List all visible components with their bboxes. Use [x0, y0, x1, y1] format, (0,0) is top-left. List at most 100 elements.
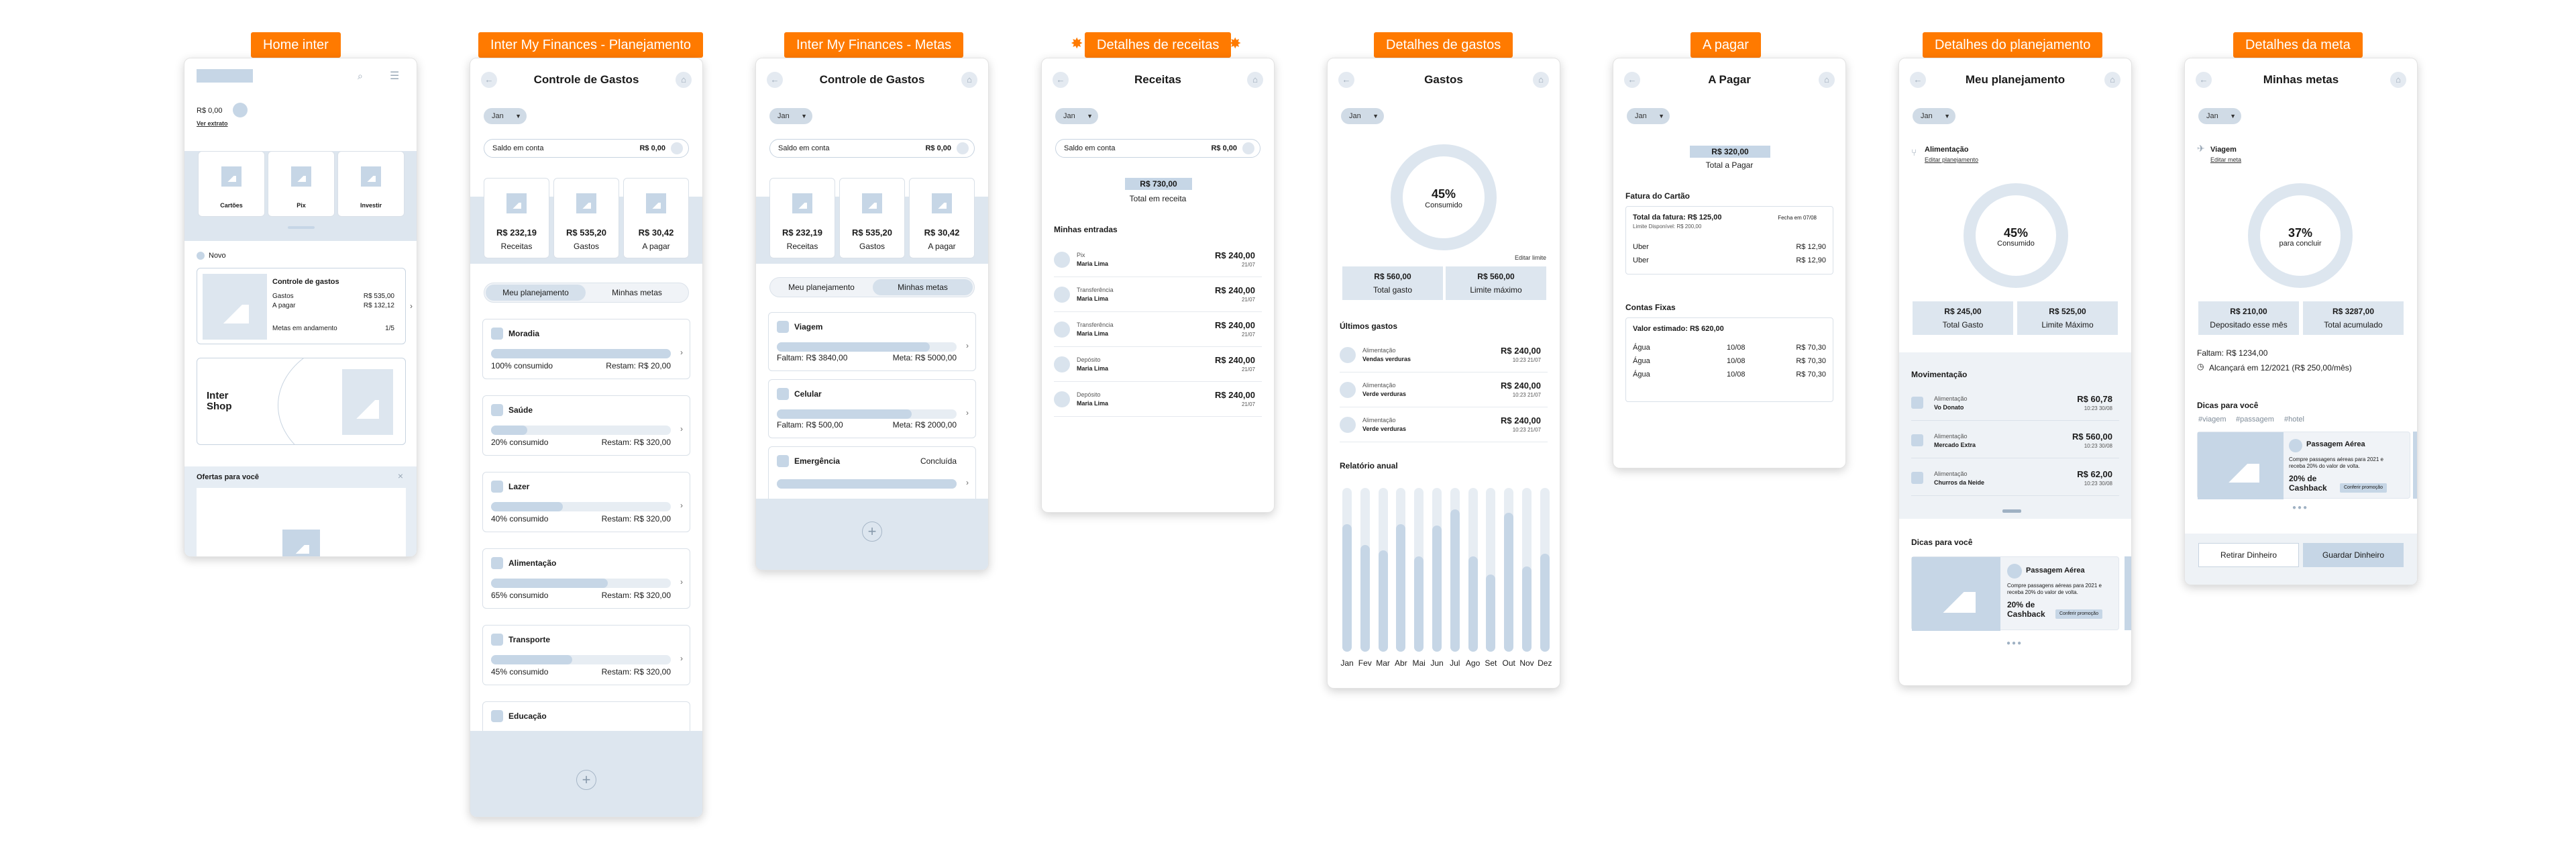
item-name: Churros da Neide: [1934, 479, 1985, 486]
list-item[interactable]: Transferência Maria Lima R$ 240,00 21/07: [1054, 279, 1262, 312]
list-item[interactable]: Alimentação Vo Donato R$ 60,78 10:23 30/08: [1911, 387, 2119, 421]
list-item[interactable]: Alimentação Mercado Extra R$ 560,00 10:23 3…: [1911, 425, 2119, 458]
fatura-card[interactable]: Total da fatura: R$ 125,00 Fecha em 07/0…: [1625, 206, 1833, 275]
card-gastos[interactable]: R$ 535,20 Gastos: [553, 178, 619, 258]
list-item[interactable]: Transferência Maria Lima R$ 240,00 21/07: [1054, 313, 1262, 347]
acumulado-box: R$ 3287,00 Total acumulado: [2303, 301, 2404, 335]
tab-meu-planejamento[interactable]: Meu planejamento: [771, 279, 871, 295]
card-receitas[interactable]: R$ 232,19 Receitas: [484, 178, 549, 258]
category-name: Saúde: [508, 405, 533, 415]
shortcut-pix[interactable]: Pix: [268, 151, 335, 217]
promo-card[interactable]: Passagem Aérea Compre passagens aéreas p…: [1911, 556, 2119, 631]
month-select[interactable]: Jan ▼: [484, 108, 527, 124]
menu-icon[interactable]: ☰: [390, 69, 399, 83]
guardar-dinheiro-button[interactable]: Guardar Dinheiro: [2303, 543, 2404, 567]
meta-item[interactable]: Celular › Faltam: R$ 500,00 Meta: R$ 2000,0…: [768, 379, 976, 438]
list-item[interactable]: Alimentação Churros da Neide R$ 62,00 10:23…: [1911, 462, 2119, 496]
list-item[interactable]: Alimentação Verde verduras R$ 240,00 10:23 …: [1340, 374, 1548, 407]
card-gastos[interactable]: R$ 535,20 Gastos: [839, 178, 905, 258]
screen-meu-planejamento: ← Meu planejamento ⌂ Jan ▼ ⑂ Alimentação …: [1898, 58, 2132, 686]
meta-item[interactable]: Viagem › Faltam: R$ 3840,00 Meta: R$ 5000,0…: [768, 312, 976, 371]
shortcut-cartoes[interactable]: Cartões: [198, 151, 265, 217]
notification-icon[interactable]: ⌂: [2104, 72, 2121, 88]
editar-planejamento-link[interactable]: Editar planejamento: [1925, 156, 1978, 163]
planejamento-item[interactable]: Saúde › 20% consumido Restam: R$ 320,00: [482, 395, 690, 456]
avatar: [1911, 397, 1923, 409]
chip-passagem[interactable]: #passagem: [2236, 415, 2274, 424]
promo-card[interactable]: Passagem Aérea Compre passagens aéreas p…: [2197, 432, 2410, 499]
screen-metas: ← Controle de Gastos ⌂ Jan ▼ Saldo em con…: [755, 58, 989, 570]
oferta-card[interactable]: [197, 488, 406, 556]
contas-card[interactable]: Valor estimado: R$ 620,00 Água 10/08 R$ 70…: [1625, 317, 1833, 402]
chevron-right-icon[interactable]: ›: [966, 478, 969, 487]
planejamento-item[interactable]: Lazer › 40% consumido Restam: R$ 320,00: [482, 472, 690, 532]
list-item[interactable]: Alimentação Vendas verduras R$ 240,00 10:23…: [1340, 339, 1548, 372]
editar-limite-link[interactable]: Editar limite: [1515, 254, 1546, 261]
page-title: Controle de Gastos: [819, 73, 925, 86]
item-value: R$ 240,00: [1215, 390, 1255, 400]
notification-icon[interactable]: ⌂: [2390, 72, 2406, 88]
chip-viagem[interactable]: #viagem: [2198, 415, 2226, 424]
retirar-dinheiro-button[interactable]: Retirar Dinheiro: [2198, 543, 2299, 567]
card-a-pagar[interactable]: R$ 30,42 A pagar: [909, 178, 975, 258]
editar-meta-link[interactable]: Editar meta: [2210, 156, 2241, 163]
meta-icon: [777, 321, 789, 333]
add-button[interactable]: +: [862, 521, 882, 542]
chevron-right-icon[interactable]: ›: [680, 348, 683, 357]
chevron-right-icon[interactable]: ›: [966, 341, 969, 350]
tab-minhas-metas[interactable]: Minhas metas: [587, 285, 687, 301]
avatar: [1911, 434, 1923, 446]
notification-icon[interactable]: ⌂: [1247, 72, 1263, 88]
notification-icon[interactable]: ⌂: [1819, 72, 1835, 88]
month-select[interactable]: Jan ▼: [1627, 108, 1670, 124]
chip-hotel[interactable]: #hotel: [2284, 415, 2304, 424]
planejamento-item[interactable]: Transporte › 45% consumido Restam: R$ 320,0…: [482, 625, 690, 685]
tab-minhas-metas[interactable]: Minhas metas: [873, 279, 973, 295]
month-select[interactable]: Jan ▼: [769, 108, 812, 124]
conta-name: Água: [1633, 357, 1650, 365]
list-item[interactable]: Depósito Maria Lima R$ 240,00 21/07: [1054, 348, 1262, 382]
close-icon[interactable]: ×: [398, 470, 403, 481]
conferir-promocao-button[interactable]: Conferir promoção: [2055, 609, 2102, 619]
planejamento-item[interactable]: Alimentação › 65% consumido Restam: R$ 320,…: [482, 548, 690, 609]
month-select[interactable]: Jan ▼: [1913, 108, 1955, 124]
month-select[interactable]: Jan ▼: [2198, 108, 2241, 124]
shortcut-investir[interactable]: Investir: [337, 151, 405, 217]
notification-icon[interactable]: ⌂: [1533, 72, 1549, 88]
chevron-right-icon[interactable]: ›: [680, 654, 683, 663]
saldo-field: Saldo em conta R$ 0,00: [769, 139, 975, 158]
label-detalhes-planejamento: Detalhes do planejamento: [1923, 32, 2103, 58]
chevron-right-icon[interactable]: ›: [680, 577, 683, 587]
chevron-right-icon[interactable]: ›: [410, 301, 413, 311]
chevron-right-icon[interactable]: ›: [680, 501, 683, 510]
chart-month-label: Ago: [1465, 658, 1481, 668]
list-item[interactable]: Pix Maria Lima R$ 240,00 21/07: [1054, 244, 1262, 277]
conferir-promocao-button[interactable]: Conferir promoção: [2340, 483, 2387, 493]
meta-item[interactable]: Emergência Concluída ›: [768, 446, 976, 505]
ver-extrato-link[interactable]: Ver extrato: [197, 120, 228, 127]
controle-gastos-card[interactable]: Controle de gastos Gastos R$ 535,00 A pa…: [197, 268, 406, 344]
list-item[interactable]: Depósito Maria Lima R$ 240,00 21/07: [1054, 383, 1262, 417]
month-select[interactable]: Jan ▼: [1055, 108, 1098, 124]
add-button[interactable]: +: [576, 770, 596, 790]
planejamento-item[interactable]: Moradia › 100% consumido Restam: R$ 20,00: [482, 319, 690, 379]
card-a-pagar[interactable]: R$ 30,42 A pagar: [623, 178, 689, 258]
notification-icon[interactable]: ⌂: [676, 72, 692, 88]
eye-icon[interactable]: [671, 142, 683, 154]
chevron-right-icon[interactable]: ›: [966, 408, 969, 417]
month-select[interactable]: Jan ▼: [1341, 108, 1384, 124]
card-receitas[interactable]: R$ 232,19 Receitas: [769, 178, 835, 258]
notification-icon[interactable]: ⌂: [961, 72, 977, 88]
tab-meu-planejamento[interactable]: Meu planejamento: [486, 285, 586, 301]
category-name: Transporte: [508, 635, 551, 644]
eye-icon[interactable]: [957, 142, 969, 154]
chart-bar-fill: [1396, 524, 1406, 652]
list-item[interactable]: Alimentação Verde verduras R$ 240,00 10:23 …: [1340, 409, 1548, 442]
eye-icon[interactable]: [1242, 142, 1254, 154]
eye-icon[interactable]: [233, 103, 248, 117]
restam-text: Restam: R$ 320,00: [601, 591, 671, 600]
chevron-right-icon[interactable]: ›: [680, 424, 683, 434]
inter-shop-card[interactable]: Inter Shop: [197, 358, 406, 445]
item-value: R$ 240,00: [1501, 346, 1541, 356]
search-icon[interactable]: ⌕: [358, 70, 363, 82]
